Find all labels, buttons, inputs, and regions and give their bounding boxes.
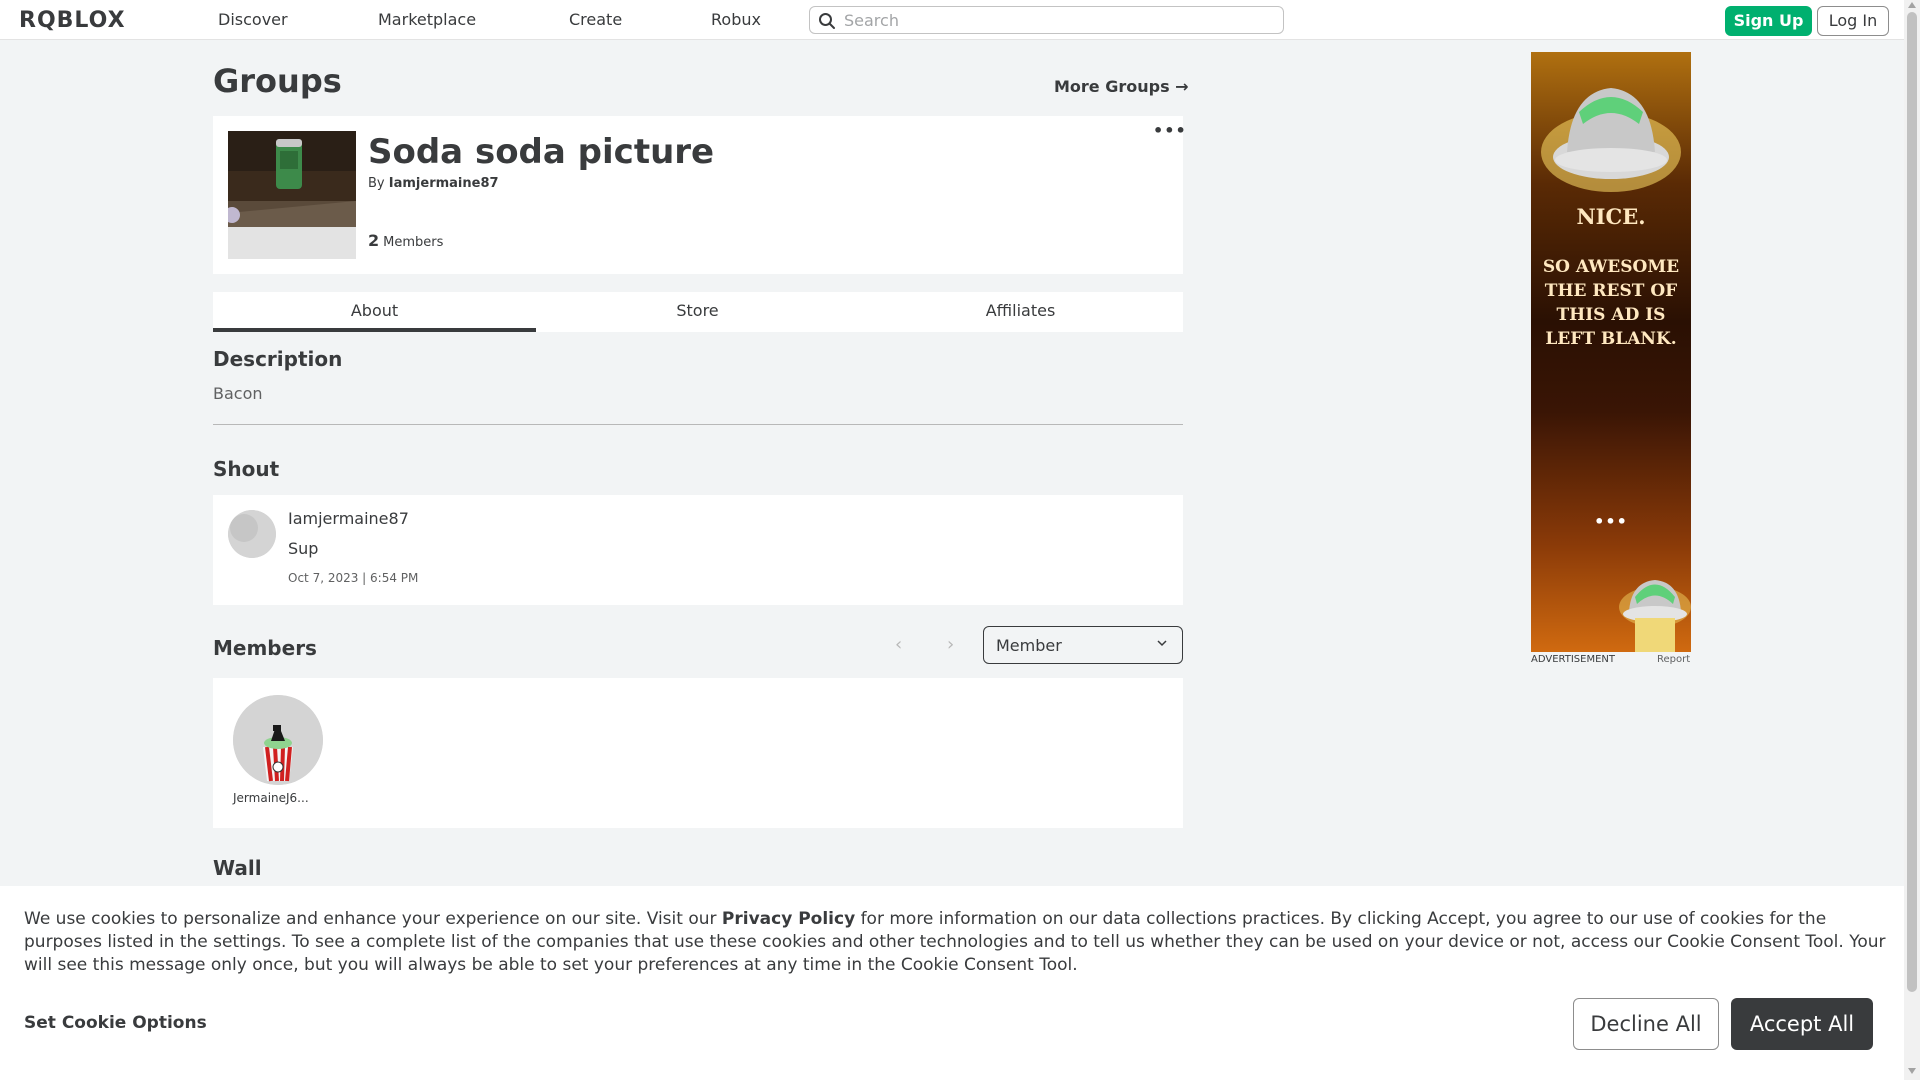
members-prev-page-icon[interactable]: ‹ <box>895 634 902 655</box>
nav-link-robux[interactable]: Robux <box>711 10 761 29</box>
shout-username[interactable]: Iamjermaine87 <box>288 509 409 528</box>
cookie-consent-banner: We use cookies to personalize and enhanc… <box>0 886 1904 1080</box>
nav-link-create[interactable]: Create <box>569 10 622 29</box>
group-emblem-image <box>228 131 356 259</box>
shout-avatar[interactable] <box>228 510 276 558</box>
cookie-text-part-1: We use cookies to personalize and enhanc… <box>24 909 722 929</box>
ad-more-icon[interactable]: ••• <box>1531 512 1691 531</box>
group-tabs: About Store Affiliates <box>213 292 1183 332</box>
member-count-label: Members <box>383 235 444 250</box>
group-more-options-icon[interactable]: ••• <box>1153 123 1186 140</box>
member-role-select[interactable]: Member <box>983 626 1183 664</box>
set-cookie-options-button[interactable]: Set Cookie Options <box>24 1013 207 1033</box>
section-divider <box>213 424 1183 425</box>
top-navigation-bar: RQBLOX Discover Marketplace Create Robux… <box>0 0 1904 40</box>
shout-timestamp: Oct 7, 2023 | 6:54 PM <box>288 571 419 585</box>
shout-card: Iamjermaine87 Sup Oct 7, 2023 | 6:54 PM <box>213 495 1183 605</box>
scroll-down-arrow-icon[interactable] <box>1908 1068 1916 1074</box>
nav-link-marketplace[interactable]: Marketplace <box>378 10 476 29</box>
member-avatar[interactable] <box>233 695 323 785</box>
scrollbar-thumb[interactable] <box>1907 12 1917 992</box>
advertisement-banner[interactable]: Nice. So Awesome the rest of this ad is … <box>1531 52 1691 652</box>
member-name[interactable]: JermaineJ6... <box>233 791 323 805</box>
description-text: Bacon <box>213 384 263 403</box>
member-count-number: 2 <box>368 231 380 250</box>
decline-all-button[interactable]: Decline All <box>1573 998 1719 1050</box>
shout-heading: Shout <box>213 457 280 481</box>
page-title: Groups <box>213 62 342 100</box>
nav-link-discover[interactable]: Discover <box>218 10 288 29</box>
group-owner: By Iamjermaine87 <box>368 176 499 191</box>
search-icon <box>819 13 835 29</box>
ad-report-link[interactable]: Report <box>1657 654 1690 665</box>
more-groups-link[interactable]: More Groups → <box>1054 77 1189 96</box>
privacy-policy-link[interactable]: Privacy Policy <box>722 909 855 929</box>
role-select-value: Member <box>996 636 1062 655</box>
group-header-card: Soda soda picture By Iamjermaine87 2 Memb… <box>213 116 1186 274</box>
shout-message: Sup <box>288 539 319 558</box>
ad-hat-image <box>1541 88 1691 652</box>
owner-link[interactable]: Iamjermaine87 <box>389 176 499 191</box>
search-box[interactable] <box>809 6 1284 34</box>
chevron-down-icon <box>1157 640 1167 647</box>
page-scrollbar[interactable] <box>1904 0 1920 1080</box>
log-in-button[interactable]: Log In <box>1817 6 1889 36</box>
tab-store[interactable]: Store <box>536 292 859 332</box>
group-name: Soda soda picture <box>368 132 715 172</box>
member-tile[interactable]: JermaineJ6... <box>233 695 323 805</box>
ad-headline: Nice. <box>1576 204 1646 229</box>
cookie-consent-text: We use cookies to personalize and enhanc… <box>24 908 1886 977</box>
accept-all-button[interactable]: Accept All <box>1731 998 1873 1050</box>
member-count: 2 Members <box>368 231 443 250</box>
members-next-page-icon[interactable]: › <box>947 634 954 655</box>
wall-heading: Wall <box>213 856 262 880</box>
sign-up-button[interactable]: Sign Up <box>1725 6 1812 36</box>
tab-about[interactable]: About <box>213 292 536 332</box>
description-heading: Description <box>213 347 343 371</box>
scroll-up-arrow-icon[interactable] <box>1908 2 1916 8</box>
tab-affiliates[interactable]: Affiliates <box>859 292 1182 332</box>
owner-prefix: By <box>368 176 385 191</box>
members-list: JermaineJ6... <box>213 678 1183 828</box>
advertisement-label: ADVERTISEMENT <box>1531 654 1616 665</box>
search-input[interactable] <box>844 10 1274 30</box>
roblox-logo[interactable]: RQBLOX <box>19 8 126 33</box>
ad-body-text: So Awesome the rest of this ad is left b… <box>1542 257 1680 349</box>
members-heading: Members <box>213 636 317 660</box>
